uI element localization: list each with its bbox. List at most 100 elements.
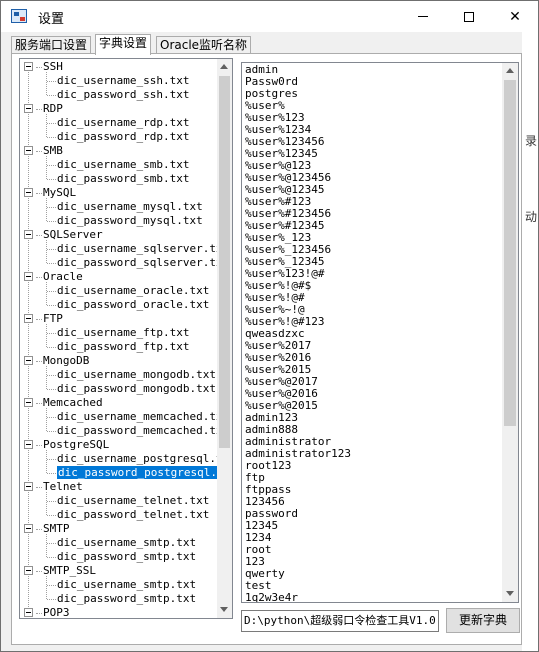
tree-leaf-file[interactable]: dic_username_ssh.txt <box>47 74 189 88</box>
tree-leaf-file[interactable]: dic_username_smtp.txt <box>47 578 196 592</box>
settings-window: 设置 ✕ 录 动 服务端口设置 字典设置 Oracle监听名称 SSH dic_u… <box>0 0 539 652</box>
tree-node-mysql[interactable]: MySQL <box>24 186 76 200</box>
tree-leaf-file[interactable]: dic_username_rdp.txt <box>47 116 189 130</box>
title-bar: 设置 ✕ <box>1 1 538 32</box>
tab-oracle-listener[interactable]: Oracle监听名称 <box>156 36 252 54</box>
tree-scroll-thumb[interactable] <box>219 76 230 448</box>
dict-scroll-thumb[interactable] <box>504 80 516 426</box>
tree-connector <box>47 598 56 600</box>
collapse-toggle-icon[interactable] <box>24 61 33 71</box>
tree-connector <box>47 122 56 124</box>
tree-connector <box>36 486 42 488</box>
collapse-toggle-icon[interactable] <box>24 397 33 407</box>
tree-connector <box>36 66 42 68</box>
tree-leaf-file[interactable]: dic_username_smtp.txt <box>47 536 196 550</box>
tree-connector <box>36 360 42 362</box>
collapse-toggle-icon[interactable] <box>24 145 33 155</box>
minimize-button[interactable] <box>400 1 446 32</box>
edge-fragment: 动 <box>525 210 538 224</box>
maximize-button[interactable] <box>446 1 492 32</box>
dict-scrollbar[interactable] <box>502 63 518 602</box>
tree-node-smb[interactable]: SMB <box>24 144 63 158</box>
tree-leaf-file[interactable]: dic_username_memcached.txt <box>47 410 229 424</box>
collapse-toggle-icon[interactable] <box>24 313 33 323</box>
tree-connector <box>47 374 56 376</box>
tree-connector <box>36 612 42 614</box>
tree-node-smtp_ssl[interactable]: SMTP_SSL <box>24 564 96 578</box>
collapse-toggle-icon[interactable] <box>24 607 33 617</box>
tree-leaf-file[interactable]: dic_password_smtp.txt <box>47 550 196 564</box>
window-title: 设置 <box>38 12 65 27</box>
tree-leaf-file[interactable]: dic_username_telnet.txt <box>47 494 209 508</box>
tree-leaf-file[interactable]: dic_password_telnet.txt <box>47 508 209 522</box>
tree-leaf-file[interactable]: dic_password_sqlserver.txt <box>47 256 229 270</box>
collapse-toggle-icon[interactable] <box>24 103 33 113</box>
tree-leaf-label: dic_username_rdp.txt <box>57 116 190 129</box>
maximize-icon <box>464 11 474 22</box>
tree-connector <box>47 80 56 82</box>
tree-leaf-file[interactable]: dic_username_mongodb.txt <box>47 368 216 382</box>
tree-node-telnet[interactable]: Telnet <box>24 480 83 494</box>
collapse-toggle-icon[interactable] <box>24 523 33 533</box>
collapse-toggle-icon[interactable] <box>24 229 33 239</box>
tree-connector <box>47 332 56 334</box>
tree-leaf-file[interactable]: dic_password_ftp.txt <box>47 340 189 354</box>
tree-leaf-file[interactable]: dic_password_ssh.txt <box>47 88 189 102</box>
tree-leaf-file[interactable]: dic_password_smtp.txt <box>47 592 196 606</box>
tree-node-label: Memcached <box>43 396 103 409</box>
tree-leaf-label: dic_password_memcached.txt <box>57 424 230 437</box>
scroll-up-icon[interactable] <box>220 64 228 69</box>
tree-leaf-label: dic_username_ssh.txt <box>57 74 190 87</box>
tree-leaf-file[interactable]: dic_password_oracle.txt <box>47 298 209 312</box>
tree-leaf-file[interactable]: dic_password_smb.txt <box>47 172 189 186</box>
collapse-toggle-icon[interactable] <box>24 355 33 365</box>
tree-scrollbar[interactable] <box>217 59 232 618</box>
tree-leaf-file[interactable]: dic_password_memcached.txt <box>47 424 229 438</box>
tab-service-ports[interactable]: 服务端口设置 <box>11 36 92 54</box>
tree-node-memcached[interactable]: Memcached <box>24 396 103 410</box>
close-icon: ✕ <box>509 8 521 25</box>
scroll-up-icon[interactable] <box>506 68 514 73</box>
collapse-toggle-icon[interactable] <box>24 439 33 449</box>
tree-node-rdp[interactable]: RDP <box>24 102 63 116</box>
tree-node-ftp[interactable]: FTP <box>24 312 63 326</box>
dictionary-path-field[interactable]: D:\python\超级弱口令检查工具V1.0 <box>241 610 439 632</box>
scroll-down-icon[interactable] <box>220 607 228 612</box>
collapse-toggle-icon[interactable] <box>24 565 33 575</box>
app-icon <box>11 9 27 23</box>
tree-connector <box>47 514 56 516</box>
tree-leaf-file[interactable]: dic_password_mysql.txt <box>47 214 203 228</box>
dictionary-content-list[interactable]: admin Passw0rd postgres %user% %user%123 %use… <box>241 62 519 603</box>
tree-node-ssh[interactable]: SSH <box>24 60 63 74</box>
tree-node-oracle[interactable]: Oracle <box>24 270 83 284</box>
tree-leaf-file[interactable]: dic_password_postgresql.txt <box>47 466 232 480</box>
tree-leaf-label: dic_username_telnet.txt <box>57 494 210 507</box>
collapse-toggle-icon[interactable] <box>24 187 33 197</box>
tree-leaf-file[interactable]: dic_username_postgresql.txt <box>47 452 232 466</box>
tree-leaf-file[interactable]: dic_username_mysql.txt <box>47 200 203 214</box>
tree-leaf-file[interactable]: dic_username_oracle.txt <box>47 284 209 298</box>
tree-node-label: SMTP_SSL <box>43 564 96 577</box>
tree-leaf-file[interactable]: dic_username_ftp.txt <box>47 326 189 340</box>
collapse-toggle-icon[interactable] <box>24 271 33 281</box>
tree-leaf-label: dic_password_smtp.txt <box>57 592 197 605</box>
collapse-toggle-icon[interactable] <box>24 481 33 491</box>
tree-connector <box>36 528 42 530</box>
tree-connector <box>47 472 56 474</box>
tree-node-postgresql[interactable]: PostgreSQL <box>24 438 109 452</box>
tree-node-label: MySQL <box>43 186 77 199</box>
tree-node-mongodb[interactable]: MongoDB <box>24 354 89 368</box>
tree-node-pop3[interactable]: POP3 <box>24 606 70 618</box>
tab-dictionary[interactable]: 字典设置 <box>95 34 152 55</box>
tree-leaf-file[interactable]: dic_username_smb.txt <box>47 158 189 172</box>
tree-leaf-file[interactable]: dic_password_mongodb.txt <box>47 382 216 396</box>
update-dictionary-button[interactable]: 更新字典 <box>446 608 520 633</box>
scroll-down-icon[interactable] <box>506 591 514 596</box>
tree-leaf-file[interactable]: dic_password_rdp.txt <box>47 130 189 144</box>
tree-node-sqlserver[interactable]: SQLServer <box>24 228 103 242</box>
tree-leaf-file[interactable]: dic_username_sqlserver.txt <box>47 242 229 256</box>
tree-connector <box>36 108 42 110</box>
close-button[interactable]: ✕ <box>492 1 538 32</box>
dictionary-tree[interactable]: SSH dic_username_ssh.txt dic_password_ssh.… <box>19 58 233 619</box>
tree-connector <box>47 542 56 544</box>
